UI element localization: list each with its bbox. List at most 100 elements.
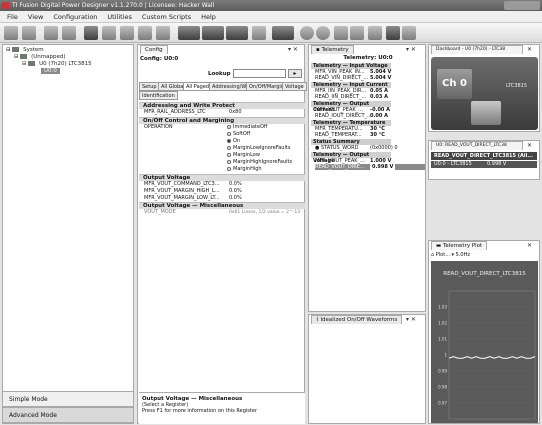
menu-utilities[interactable]: Utilities bbox=[102, 13, 136, 21]
vout-panel: U0: READ_VOUT_DIRECT_LTC38 ✕ READ_VOUT_D… bbox=[428, 140, 540, 180]
tele-row[interactable]: READ_VIN_DIRECT_... 5.004 V bbox=[315, 75, 425, 81]
close-icon[interactable]: ✕ bbox=[527, 142, 532, 149]
close-icon[interactable]: ▾ ✕ bbox=[288, 46, 298, 53]
plot-icon: ▬ bbox=[436, 243, 443, 249]
tele-row-selected[interactable]: READ_VOUT_DIRE... 0.998 V bbox=[315, 164, 425, 170]
wand-icon[interactable] bbox=[62, 26, 76, 40]
section-output-voltage-misc[interactable]: Output Voltage — Miscellaneous bbox=[139, 202, 305, 209]
close-icon[interactable]: ▾ ✕ bbox=[406, 316, 416, 323]
section-addressing[interactable]: Addressing and Write Protect bbox=[139, 102, 305, 109]
close-icon[interactable]: ✕ bbox=[527, 242, 532, 249]
chip-icon bbox=[471, 101, 501, 125]
plot-chart: READ_VOUT_DIRECT_LTC3815 1.03 1.02 1.01 1 0.9… bbox=[438, 271, 536, 420]
tree-group[interactable]: ⊟ (Unmapped) bbox=[14, 54, 66, 60]
tree-device[interactable]: ⊟ U0 (7h20) LTC3815 bbox=[22, 61, 92, 67]
page-icon[interactable] bbox=[368, 26, 382, 40]
settings-icon[interactable] bbox=[402, 26, 416, 40]
device-icon[interactable] bbox=[202, 26, 224, 40]
stop-icon[interactable] bbox=[316, 26, 330, 40]
app-window: TI Fusion Digital Power Designer v1.1.27… bbox=[0, 0, 542, 425]
radio-soft-off[interactable]: SoftOff bbox=[227, 131, 250, 138]
radio-icon bbox=[227, 159, 231, 164]
help-line: Press F1 for more information on this Re… bbox=[142, 408, 257, 414]
register-row[interactable]: MFR_VOUT_MARGIN_LOW_LT... 0.0% bbox=[144, 195, 304, 202]
tab-on-off-margin[interactable]: On/Off/Margin bbox=[246, 82, 287, 91]
io-icon[interactable] bbox=[178, 26, 200, 40]
plot-tab[interactable]: ▬ Telemetry Plot bbox=[431, 241, 488, 250]
power-icon[interactable] bbox=[272, 26, 294, 40]
visibility-icon[interactable] bbox=[386, 26, 400, 40]
monitor-icon[interactable] bbox=[156, 26, 170, 40]
dashboard-tab[interactable]: Dashboard - U0 (7h20) - LTC38 bbox=[431, 45, 523, 54]
y-tick-label: 0.98 bbox=[438, 385, 447, 390]
save-icon[interactable] bbox=[22, 26, 36, 40]
window-controls[interactable] bbox=[504, 1, 540, 10]
simple-mode-button[interactable]: Simple Mode bbox=[2, 391, 134, 407]
tele-row[interactable]: READ_IOUT_DIRECT_... 0.00 A bbox=[315, 113, 425, 119]
radio-margin-low-ignore[interactable]: MarginLowIgnoreFaults bbox=[227, 145, 290, 152]
tab-identification[interactable]: Identification bbox=[139, 91, 178, 100]
vout-row[interactable]: U0:0 - LTC3815 0.998 V bbox=[431, 161, 537, 168]
meter-icon[interactable] bbox=[252, 26, 266, 40]
menu-file[interactable]: File bbox=[2, 13, 23, 21]
collapse-icon[interactable]: ⊟ bbox=[22, 61, 27, 67]
telemetry-title: Telemetry: U0:0 bbox=[343, 55, 393, 61]
search-icon[interactable] bbox=[44, 26, 58, 40]
tab-voltage[interactable]: Voltage bbox=[282, 82, 307, 91]
copy-icon[interactable] bbox=[102, 26, 116, 40]
register-row[interactable]: MFR_VOUT_MARGIN_HIGH_L... 0.0% bbox=[144, 188, 304, 195]
group-icon bbox=[20, 54, 28, 59]
record-icon[interactable] bbox=[300, 26, 314, 40]
register-row[interactable]: MFR_VOUT_COMMAND_LTC3... 0.0% bbox=[144, 181, 304, 188]
radio-margin-low[interactable]: MarginLow bbox=[227, 152, 260, 159]
play-icon[interactable] bbox=[334, 26, 348, 40]
paste-icon[interactable] bbox=[120, 26, 134, 40]
register-row[interactable]: VOUT_MODE 0x01 Linear, 1/2 value = 2^-13 bbox=[144, 209, 304, 216]
menu-help[interactable]: Help bbox=[196, 13, 221, 21]
app-icon bbox=[2, 2, 9, 9]
close-icon[interactable]: ✕ bbox=[527, 46, 532, 53]
tele-row[interactable]: ● STATUS_WORD (0x0000) 0 bbox=[315, 145, 425, 151]
radio-immediate-off[interactable]: ImmediateOff bbox=[227, 124, 267, 131]
telemetry-tab[interactable]: ▪ Telemetry bbox=[311, 45, 354, 54]
menu-configuration[interactable]: Configuration bbox=[48, 13, 102, 21]
tele-row[interactable]: READ_TEMPERAT... 30 °C bbox=[315, 132, 425, 138]
lookup-input[interactable] bbox=[233, 69, 286, 78]
dashboard-card: Ch 0 LTC3815 bbox=[431, 57, 538, 130]
board-icon[interactable] bbox=[226, 26, 248, 40]
plot-toolbar[interactable]: ⌂ Plot... ▾ 5.0Hz bbox=[431, 252, 470, 258]
y-tick-label: 1.03 bbox=[438, 305, 447, 310]
collapse-icon[interactable]: ⊟ bbox=[6, 47, 11, 53]
channel-badge[interactable]: Ch 0 bbox=[437, 69, 472, 99]
collapse-icon[interactable]: ⊟ bbox=[14, 54, 19, 60]
forward-icon[interactable] bbox=[350, 26, 364, 40]
vout-tab[interactable]: U0: READ_VOUT_DIRECT_LTC38 bbox=[431, 141, 523, 150]
title-bar: TI Fusion Digital Power Designer v1.1.27… bbox=[0, 0, 542, 11]
lookup-button[interactable]: ▸ bbox=[288, 69, 302, 78]
section-output-voltage[interactable]: Output Voltage bbox=[139, 174, 305, 181]
waveform-tab[interactable]: ⌇ Idealized On/Off Waveforms bbox=[311, 315, 403, 324]
menu-bar: File View Configuration Utilities Custom… bbox=[0, 11, 542, 23]
menu-view[interactable]: View bbox=[23, 13, 48, 21]
menu-custom-scripts[interactable]: Custom Scripts bbox=[137, 13, 196, 21]
tele-row[interactable]: READ_IIN_DIRECT_... 0.03 A bbox=[315, 94, 425, 100]
open-file-icon[interactable] bbox=[4, 26, 18, 40]
y-tick-label: 0.97 bbox=[438, 401, 447, 406]
register-row[interactable]: MFR_RAIL_ADDRESS_LTC 0x80 bbox=[144, 109, 304, 116]
advanced-mode-button[interactable]: Advanced Mode bbox=[2, 407, 134, 423]
tab-all-paged[interactable]: All Paged bbox=[183, 82, 213, 91]
tree-page-selected[interactable]: U0:0 bbox=[41, 68, 60, 74]
plot-area[interactable]: READ_VOUT_DIRECT_LTC3815 1.03 1.02 1.01 1 0.9… bbox=[431, 261, 538, 423]
plot-title: READ_VOUT_DIRECT_LTC3815 bbox=[443, 271, 526, 277]
tree-root[interactable]: ⊟ System bbox=[6, 47, 44, 53]
radio-margin-high[interactable]: MarginHigh bbox=[227, 166, 262, 173]
radio-margin-high-ignore[interactable]: MarginHighIgnoreFaults bbox=[227, 159, 292, 166]
document-icon[interactable] bbox=[138, 26, 152, 40]
close-icon[interactable]: ▾ ✕ bbox=[406, 46, 416, 53]
radio-on[interactable]: On bbox=[227, 138, 240, 145]
chip-icon[interactable] bbox=[84, 26, 98, 40]
tab-setup[interactable]: Setup bbox=[139, 82, 160, 91]
section-on-off[interactable]: On/Off Control and Margining bbox=[139, 117, 305, 124]
toolbar bbox=[0, 23, 542, 43]
config-tab[interactable]: Config bbox=[140, 45, 168, 54]
